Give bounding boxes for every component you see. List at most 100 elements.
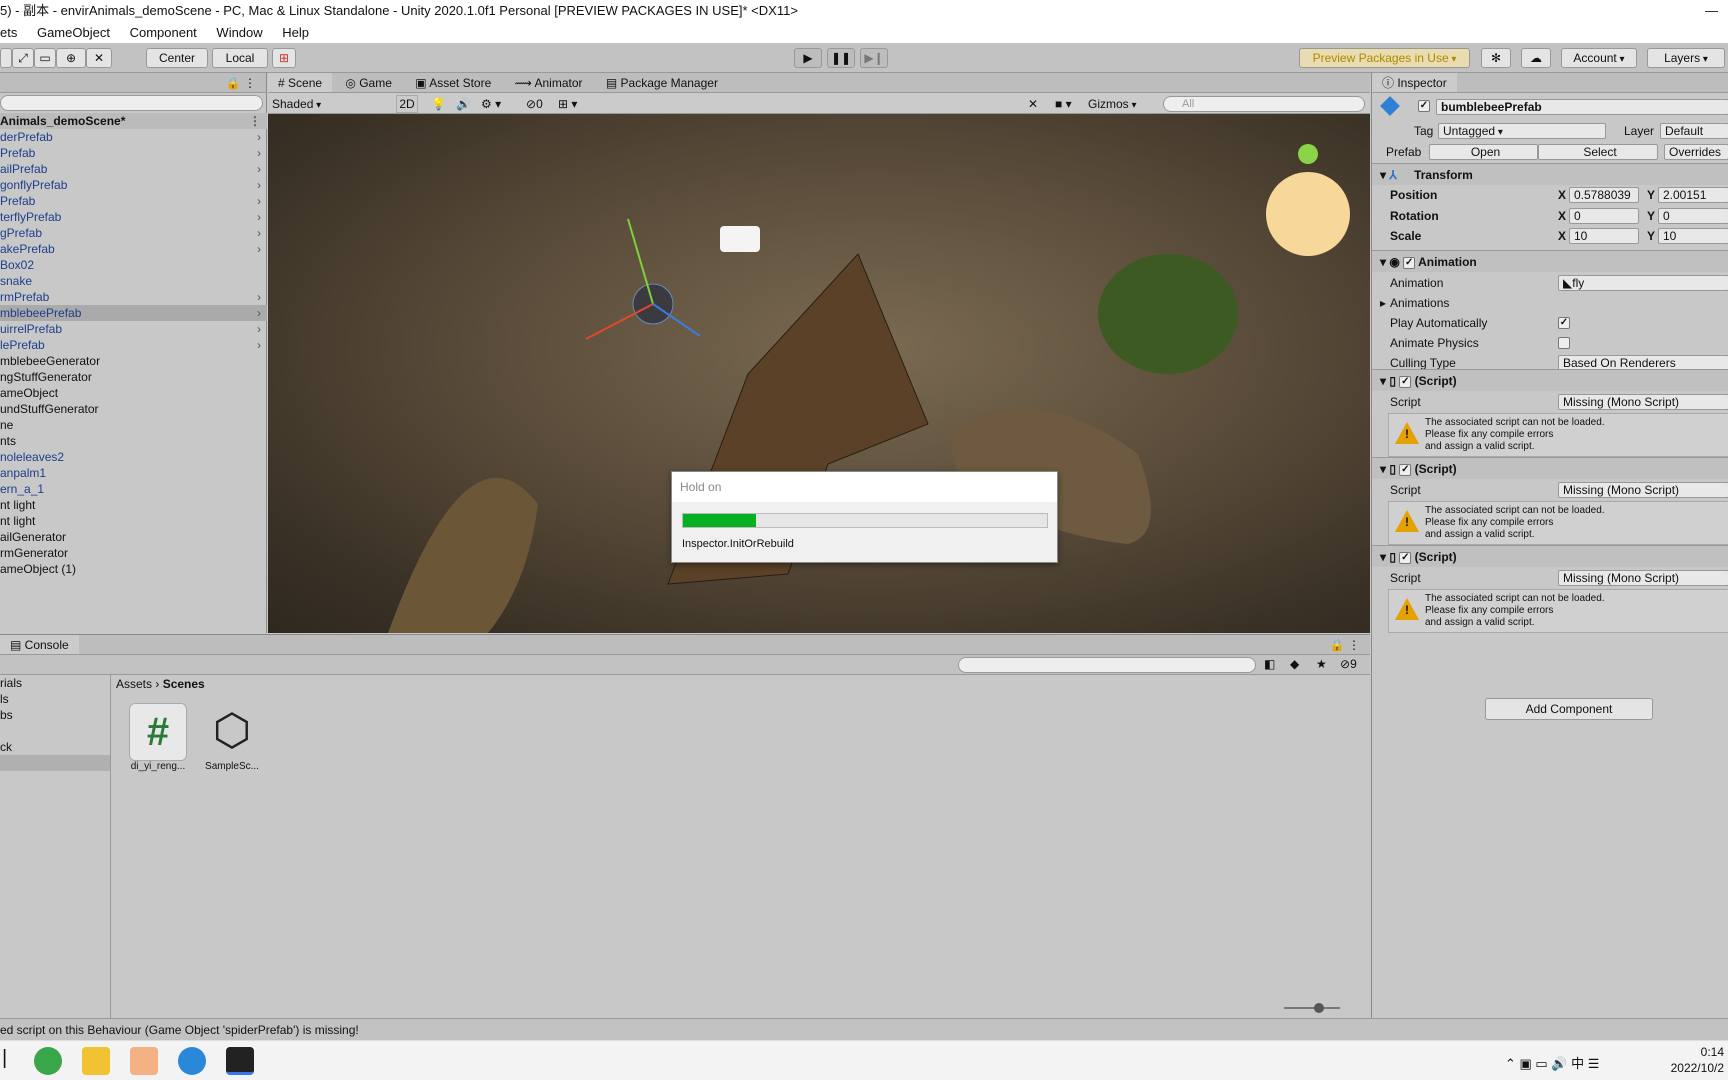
transform-tool-icon[interactable]: ⊕ (56, 48, 86, 68)
hierarchy-item[interactable]: uirrelPrefab › (0, 321, 267, 337)
hierarchy-item[interactable]: ameObject (0, 385, 267, 401)
chevron-right-icon[interactable]: › (257, 241, 261, 257)
hierarchy-item[interactable]: gonflyPrefab › (0, 177, 267, 193)
menu-window[interactable]: Window (216, 25, 262, 40)
script-header[interactable]: ▾ ▯ ✓ (Script) (1372, 545, 1728, 567)
physics-checkbox[interactable] (1558, 337, 1570, 349)
hidden-objects-toggle[interactable]: ⊘0 (526, 94, 543, 114)
asset-scene[interactable]: ⬡ SampleSc... (196, 703, 268, 772)
folder-item[interactable]: ls (0, 691, 110, 707)
menu-gameobject[interactable]: GameObject (37, 25, 110, 40)
taskbar-start-icon[interactable]: | (2, 1047, 10, 1075)
hierarchy-item[interactable]: ern_a_1 (0, 481, 267, 497)
tab-scene[interactable]: # Scene (268, 73, 333, 92)
hierarchy-item[interactable]: Prefab › (0, 193, 267, 209)
hierarchy-item[interactable]: undStuffGenerator (0, 401, 267, 417)
mode-2d-toggle[interactable]: 2D (396, 95, 418, 113)
zoom-slider-handle[interactable] (1314, 1003, 1324, 1013)
chevron-right-icon[interactable]: › (257, 177, 261, 193)
chevron-right-icon[interactable]: › (257, 209, 261, 225)
browser-icon[interactable] (34, 1047, 62, 1075)
position-x-field[interactable]: 0.5788039 (1569, 187, 1639, 203)
hierarchy-item[interactable]: rmPrefab › (0, 289, 267, 305)
foldout-icon[interactable]: ▾ (1380, 255, 1386, 269)
add-component-button[interactable]: Add Component (1485, 698, 1653, 720)
hierarchy-item[interactable]: nt light (0, 497, 267, 513)
account-dropdown[interactable]: Account (1561, 48, 1637, 68)
hierarchy-item[interactable]: snake (0, 273, 267, 289)
asset-script[interactable]: # di_yi_reng... (122, 703, 194, 772)
panel-menu-icon[interactable]: 🔒 ⋮ (226, 73, 256, 93)
panel-menu-icon[interactable]: 🔒 ⋮ (1330, 635, 1360, 655)
tab-animator[interactable]: ⟿ Animator (505, 73, 593, 92)
audio-icon[interactable]: 🔊 (456, 94, 471, 114)
script-enabled-checkbox[interactable]: ✓ (1399, 551, 1412, 564)
rotation-y-field[interactable]: 0 (1658, 208, 1728, 224)
chevron-right-icon[interactable]: › (257, 193, 261, 209)
foldout-icon[interactable]: ▾ (1380, 374, 1386, 388)
script-field[interactable]: Missing (Mono Script) (1558, 570, 1728, 586)
hierarchy-item[interactable]: mblebeeGenerator (0, 353, 267, 369)
menu-help[interactable]: Help (282, 25, 309, 40)
hierarchy-item[interactable]: rmGenerator (0, 545, 267, 561)
scene-search-input[interactable]: All (1163, 96, 1365, 112)
zoom-slider[interactable] (1284, 1003, 1340, 1013)
play-auto-checkbox[interactable]: ✓ (1558, 317, 1570, 329)
chevron-right-icon[interactable]: › (257, 225, 261, 241)
breadcrumb-assets[interactable]: Assets (116, 677, 152, 691)
cloud-icon[interactable]: ☁ (1521, 48, 1551, 68)
clock[interactable]: 0:14 2022/10/2 (1671, 1044, 1724, 1076)
foldout-icon[interactable]: ▾ (1380, 550, 1386, 564)
grid-icon[interactable]: ⊞ ▾ (558, 94, 577, 114)
chevron-right-icon[interactable]: › (257, 129, 261, 145)
transform-header[interactable]: ▾ ⅄ Transform (1372, 163, 1728, 185)
tag-dropdown[interactable]: Untagged (1438, 123, 1606, 139)
project-search-input[interactable] (958, 657, 1256, 673)
layer-dropdown[interactable]: Default (1660, 123, 1728, 139)
scene-menu-icon[interactable]: ⋮ (249, 113, 261, 129)
chevron-right-icon[interactable]: › (257, 337, 261, 353)
foldout-icon[interactable]: ▾ (1380, 462, 1386, 476)
script-header[interactable]: ▾ ▯ ✓ (Script) (1372, 457, 1728, 479)
script-enabled-checkbox[interactable]: ✓ (1399, 375, 1412, 388)
active-checkbox[interactable]: ✓ (1418, 100, 1430, 112)
hierarchy-item[interactable]: lePrefab › (0, 337, 267, 353)
hierarchy-item[interactable]: noleleaves2 (0, 449, 267, 465)
rect-tool-icon[interactable]: ▭ (34, 48, 56, 68)
breadcrumb-scenes[interactable]: Scenes (163, 677, 205, 691)
folder-item[interactable] (0, 723, 110, 739)
rect-move-icon[interactable]: ⤢ (12, 48, 34, 68)
animation-enabled-checkbox[interactable]: ✓ (1403, 256, 1416, 269)
pivot-center-toggle[interactable]: Center (146, 48, 208, 68)
hierarchy-item[interactable]: ngStuffGenerator (0, 369, 267, 385)
play-button[interactable]: ▶ (794, 48, 822, 68)
hierarchy-item[interactable]: nt light (0, 513, 267, 529)
rotation-x-field[interactable]: 0 (1569, 208, 1639, 224)
script-field[interactable]: Missing (Mono Script) (1558, 482, 1728, 498)
hierarchy-item[interactable]: anpalm1 (0, 465, 267, 481)
hierarchy-item[interactable]: ailPrefab › (0, 161, 267, 177)
status-bar[interactable]: ed script on this Behaviour (Game Object… (0, 1018, 1728, 1040)
minimize-button[interactable]: — (1705, 0, 1718, 22)
menu-assets[interactable]: ets (0, 25, 17, 40)
chevron-right-icon[interactable]: › (257, 161, 261, 177)
hidden-packages-toggle[interactable]: ⊘9 (1340, 657, 1357, 671)
chevron-right-icon[interactable]: › (257, 289, 261, 305)
app-icon[interactable] (130, 1047, 158, 1075)
folder-item[interactable] (0, 755, 110, 771)
hierarchy-item[interactable]: derPrefab › (0, 129, 267, 145)
hierarchy-item[interactable]: ailGenerator (0, 529, 267, 545)
animation-header[interactable]: ▾ ◉ ✓ Animation (1372, 250, 1728, 272)
hierarchy-item[interactable]: nts (0, 433, 267, 449)
gizmos-dropdown[interactable]: Gizmos (1088, 94, 1136, 116)
kugou-icon[interactable] (178, 1047, 206, 1075)
filter-type-icon[interactable]: ◧ (1264, 657, 1275, 671)
chevron-right-icon[interactable]: › (257, 321, 261, 337)
hierarchy-search-input[interactable] (0, 95, 263, 111)
effects-icon[interactable]: ⚙ ▾ (481, 94, 501, 114)
camera-icon[interactable]: ■ ▾ (1055, 94, 1072, 114)
system-tray-icons[interactable]: ⌃ ▣ ▭ 🔊 中 ☰ (1505, 1053, 1599, 1072)
orientation-gizmo-icon[interactable] (1298, 144, 1318, 164)
hierarchy-item[interactable]: ne (0, 417, 267, 433)
scale-y-field[interactable]: 10 (1658, 228, 1728, 244)
